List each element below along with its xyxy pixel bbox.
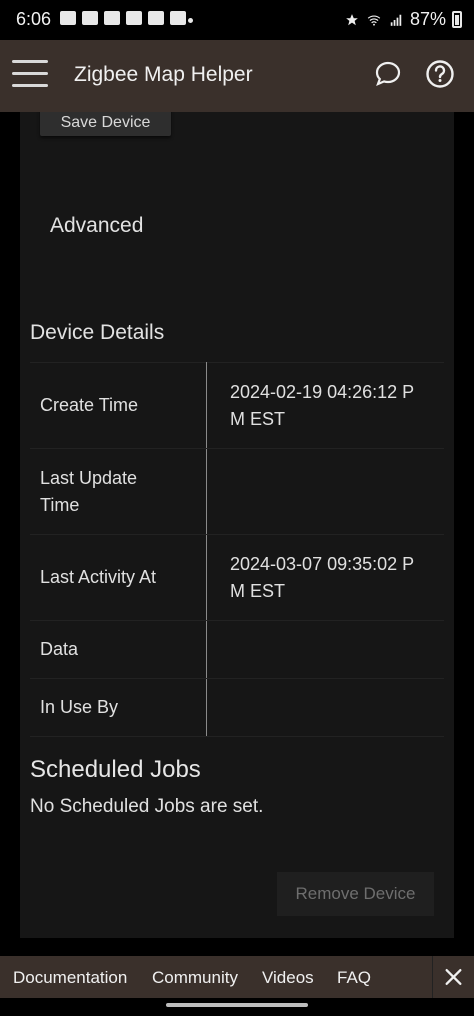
battery-icon	[452, 11, 462, 28]
scheduled-jobs-empty-text: No Scheduled Jobs are set.	[30, 796, 264, 817]
home-icon	[82, 11, 98, 25]
save-device-button[interactable]: Save Device	[40, 112, 171, 136]
device-details-table: Create Time 2024-02-19 04:26:12 P M EST …	[30, 362, 444, 737]
close-icon[interactable]	[432, 956, 474, 998]
wifi-icon	[367, 14, 381, 26]
main-content: Save Device Advanced Device Details Crea…	[0, 112, 474, 956]
table-row: Last Update Time	[30, 448, 444, 535]
battery-percent: 87%	[409, 9, 446, 29]
mail-icon	[60, 11, 76, 25]
app-title: Zigbee Map Helper	[74, 63, 253, 86]
detail-value: 2024-02-19 04:26:12 P M EST	[206, 362, 444, 449]
status-time: 6:06	[16, 9, 52, 29]
footer-link-videos[interactable]: Videos	[262, 968, 314, 988]
signal-icon	[390, 14, 402, 26]
footer-link-community[interactable]: Community	[152, 968, 238, 988]
device-details-heading: Device Details	[30, 321, 165, 344]
detail-value	[206, 448, 444, 535]
outlook-icon	[104, 11, 120, 25]
chat-icon[interactable]	[374, 60, 402, 88]
more-notifications-dot	[188, 18, 193, 23]
footer-link-faq[interactable]: FAQ	[337, 968, 371, 988]
star-icon	[346, 13, 358, 25]
table-row: Create Time 2024-02-19 04:26:12 P M EST	[30, 362, 444, 449]
remove-device-button[interactable]: Remove Device	[277, 872, 434, 916]
detail-label: Data	[30, 620, 207, 679]
advanced-section-toggle[interactable]: Advanced	[50, 214, 143, 238]
detail-label: In Use By	[30, 678, 207, 737]
notification-icons	[60, 11, 186, 25]
device-card: Save Device Advanced Device Details Crea…	[20, 112, 454, 938]
menu-icon[interactable]	[12, 60, 48, 88]
detail-value: 2024-03-07 09:35:02 P M EST	[206, 534, 444, 621]
gallery-icon	[170, 11, 186, 25]
detail-label: Last Activity At	[30, 534, 207, 621]
table-row: In Use By	[30, 678, 444, 737]
status-right: 87%	[344, 9, 462, 30]
detail-label: Create Time	[30, 362, 207, 449]
outlook-icon	[126, 11, 142, 25]
detail-value	[206, 678, 444, 737]
app-icon	[148, 11, 164, 25]
help-icon[interactable]	[425, 59, 455, 89]
scheduled-jobs-heading: Scheduled Jobs	[30, 756, 201, 783]
footer-bar: Documentation Community Videos FAQ	[0, 956, 474, 998]
app-bar: Zigbee Map Helper	[0, 40, 474, 112]
system-nav-bar	[0, 998, 474, 1016]
detail-value	[206, 620, 444, 679]
home-gesture-pill[interactable]	[166, 1003, 308, 1007]
status-bar: 6:06 87%	[0, 0, 474, 40]
table-row: Data	[30, 620, 444, 679]
detail-label: Last Update Time	[30, 448, 207, 535]
footer-link-documentation[interactable]: Documentation	[13, 968, 127, 988]
table-row: Last Activity At 2024-03-07 09:35:02 P M…	[30, 534, 444, 621]
